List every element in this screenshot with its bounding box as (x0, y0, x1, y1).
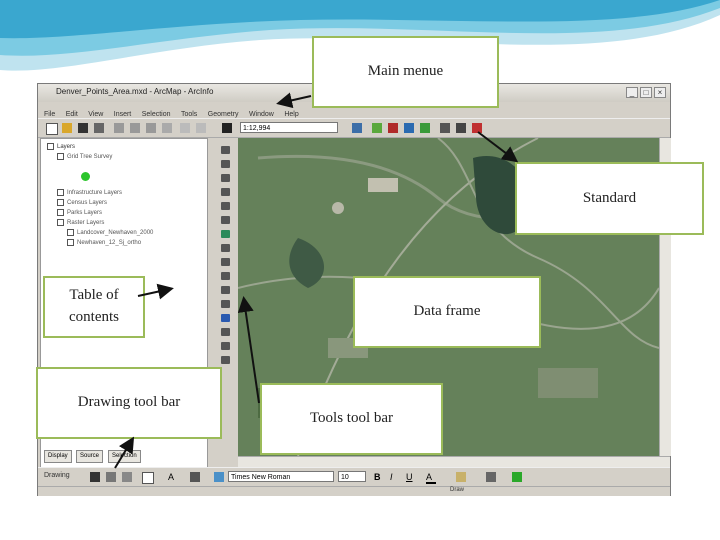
measure-icon[interactable] (221, 342, 230, 350)
status-bar: Draw (38, 486, 670, 496)
globe-icon[interactable] (221, 230, 230, 238)
toc-layer[interactable]: Parks Layers (57, 209, 102, 216)
command-line-icon[interactable] (420, 123, 430, 133)
text-icon[interactable]: A (168, 472, 178, 482)
map-scale-input[interactable]: 1:12,994 (240, 122, 338, 133)
minimize-button[interactable]: _ (626, 87, 638, 98)
clear-selection-icon[interactable] (221, 286, 230, 294)
toc-layer[interactable]: Census Layers (57, 199, 107, 206)
redo-icon[interactable] (196, 123, 206, 133)
menu-view[interactable]: View (88, 111, 103, 118)
standard-toolbar: 1:12,994 (38, 118, 670, 138)
menu-insert[interactable]: Insert (114, 111, 132, 118)
horizontal-scrollbar[interactable] (238, 456, 670, 467)
callout-icon[interactable] (190, 472, 200, 482)
menu-selection[interactable]: Selection (142, 111, 171, 118)
menu-edit[interactable]: Edit (66, 111, 78, 118)
model-icon[interactable] (404, 123, 414, 133)
paste-icon[interactable] (146, 123, 156, 133)
undo-icon[interactable] (180, 123, 190, 133)
forward-extent-icon[interactable] (221, 258, 230, 266)
tab-selection[interactable]: Selection (108, 450, 141, 463)
fixed-zoom-out-icon[interactable] (221, 188, 230, 196)
arccatalog-icon[interactable] (388, 123, 398, 133)
fill-color-icon[interactable] (456, 472, 466, 482)
open-icon[interactable] (62, 123, 72, 133)
drawing-toolbar: Drawing A Times New Roman 10 B I U A (38, 467, 670, 486)
zoom-whole-page-icon[interactable] (122, 472, 132, 482)
toc-layer[interactable]: Newhaven_12_Sj_ortho (67, 239, 141, 246)
window-title: Denver_Points_Area.mxd - ArcMap - ArcInf… (56, 87, 214, 96)
identify-icon[interactable] (221, 314, 230, 322)
font-size-select[interactable]: 10 (338, 471, 366, 482)
rotate-icon[interactable] (106, 472, 116, 482)
callout-drawing-tool-bar: Drawing tool bar (36, 367, 222, 439)
menu-window[interactable]: Window (249, 111, 274, 118)
select-elements-icon[interactable] (90, 472, 100, 482)
menu-geometry[interactable]: Geometry (208, 111, 239, 118)
callout-tools-tool-bar: Tools tool bar (260, 383, 443, 455)
layout-icon[interactable] (472, 123, 482, 133)
italic-icon[interactable]: I (390, 472, 400, 482)
delete-icon[interactable] (162, 123, 172, 133)
marker-color-icon[interactable] (512, 472, 522, 482)
close-button[interactable]: × (654, 87, 666, 98)
font-color-icon[interactable]: A (426, 472, 436, 484)
toc-root[interactable]: Layers (47, 143, 75, 150)
hyperlink-icon[interactable] (221, 356, 230, 364)
select-elements-icon[interactable] (221, 300, 230, 308)
menu-tools[interactable]: Tools (181, 111, 197, 118)
layer-symbol-icon (81, 172, 90, 181)
drawing-menu[interactable]: Drawing (44, 472, 70, 479)
zoom-out-icon[interactable] (221, 160, 230, 168)
menu-file[interactable]: File (44, 111, 55, 118)
maximize-button[interactable]: □ (640, 87, 652, 98)
status-text: Draw (450, 487, 465, 493)
tab-source[interactable]: Source (76, 450, 104, 463)
callout-standard: Standard (515, 162, 704, 235)
toc-tabs: Display Source Selection (40, 450, 208, 466)
line-color-icon[interactable] (486, 472, 496, 482)
font-select[interactable]: Times New Roman (228, 471, 334, 482)
zoom-in-icon[interactable] (221, 146, 230, 154)
copy-icon[interactable] (130, 123, 140, 133)
print-icon[interactable] (94, 123, 104, 133)
whats-this-icon[interactable] (440, 123, 450, 133)
callout-table-of-contents: Table of contents (43, 276, 145, 338)
save-icon[interactable] (78, 123, 88, 133)
toc-layer[interactable]: Infrastructure Layers (57, 189, 122, 196)
font-icon (214, 472, 224, 482)
rectangle-icon[interactable] (142, 472, 154, 484)
new-icon[interactable] (46, 123, 58, 135)
toc-layer[interactable]: Grid Tree Survey (57, 153, 112, 160)
arctoolbox-icon[interactable] (372, 123, 382, 133)
add-data-icon[interactable] (222, 123, 232, 133)
select-features-icon[interactable] (221, 272, 230, 280)
pan-icon[interactable] (221, 202, 230, 210)
callout-main-menu: Main menue (312, 36, 499, 108)
cut-icon[interactable] (114, 123, 124, 133)
callout-data-frame: Data frame (353, 276, 541, 348)
toc-layer[interactable]: Landcover_Newhaven_2000 (67, 229, 153, 236)
tools-grid-icon[interactable] (456, 123, 466, 133)
menu-help[interactable]: Help (284, 111, 298, 118)
tab-display[interactable]: Display (44, 450, 72, 463)
back-extent-icon[interactable] (221, 244, 230, 252)
bold-icon[interactable]: B (374, 472, 384, 482)
toc-layer[interactable]: Raster Layers (57, 219, 104, 226)
fixed-zoom-in-icon[interactable] (221, 174, 230, 182)
full-extent-icon[interactable] (221, 216, 230, 224)
underline-icon[interactable]: U (406, 472, 416, 482)
editor-icon[interactable] (352, 123, 362, 133)
find-icon[interactable] (221, 328, 230, 336)
